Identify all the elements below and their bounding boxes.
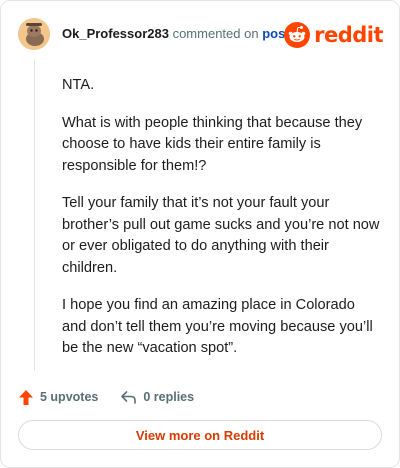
comment-paragraph: I hope you find an amazing place in Colo… (62, 297, 373, 356)
view-more-on-reddit-button[interactable]: View more on Reddit (18, 420, 382, 450)
upvote-arrow-icon (19, 389, 33, 405)
comment-paragraph: NTA. (62, 77, 95, 93)
replies-count: 0 replies (143, 390, 195, 404)
comment-paragraph: Tell your family that it’s not your faul… (62, 195, 380, 276)
reddit-logo[interactable]: reddit (284, 22, 383, 48)
avatar-icon (18, 18, 50, 50)
reddit-snoo-icon (284, 22, 311, 48)
username-link[interactable]: Ok_Professor283 (62, 26, 169, 41)
thread-line (34, 59, 35, 371)
user-avatar[interactable] (18, 18, 50, 50)
commented-on-text: commented on (172, 26, 259, 41)
reddit-comment-card: Ok_Professor283 commented on post reddit… (0, 0, 400, 468)
upvote-button[interactable]: 5 upvotes (18, 389, 98, 406)
comment-meta: Ok_Professor283 commented on post (62, 26, 290, 41)
comment-body: NTA. What is with people thinking that b… (62, 75, 380, 376)
reply-arrow-icon (121, 390, 137, 404)
upvotes-count: 5 upvotes (40, 390, 99, 404)
replies-button[interactable]: 0 replies (120, 390, 194, 405)
comment-actions: 5 upvotes 0 replies (18, 387, 194, 407)
comment-paragraph: What is with people thinking that becaus… (62, 114, 363, 174)
comment-header: Ok_Professor283 commented on post reddit (18, 18, 383, 50)
reddit-wordmark: reddit (314, 23, 383, 47)
